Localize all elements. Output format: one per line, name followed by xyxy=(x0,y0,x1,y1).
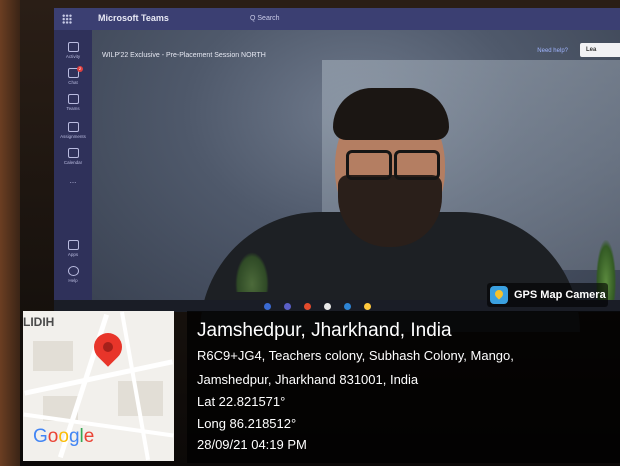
assignments-icon xyxy=(67,122,79,132)
google-logo: Google xyxy=(33,426,95,447)
rail-item-more[interactable]: ... xyxy=(56,176,90,185)
taskbar-chrome-icon[interactable] xyxy=(304,303,311,310)
rail-label: Help xyxy=(68,278,78,283)
rail-item-assignments[interactable]: Assignments xyxy=(56,122,90,139)
teams-icon xyxy=(67,94,79,104)
apps-icon xyxy=(67,240,79,250)
taskbar-edge-icon[interactable] xyxy=(344,303,351,310)
taskbar-app-icon[interactable] xyxy=(264,303,271,310)
need-help-link[interactable]: Need help? xyxy=(537,48,568,54)
gps-camera-icon xyxy=(490,286,508,304)
unread-badge: 2 xyxy=(77,66,83,72)
gps-app-label: GPS Map Camera xyxy=(514,289,606,301)
location-info-panel: Jamshedpur, Jharkhand, India R6C9+JG4, T… xyxy=(187,311,620,463)
taskbar-folder-icon[interactable] xyxy=(364,303,371,310)
person-hair xyxy=(333,88,449,140)
teams-title-bar: Microsoft Teams Q Search xyxy=(54,8,620,30)
gps-app-badge: GPS Map Camera xyxy=(487,283,608,307)
rail-label: Apps xyxy=(67,252,79,257)
teams-app-rail: Activity 2 Chat Teams Assignments Calend… xyxy=(54,30,92,306)
location-map: LIDIH Google xyxy=(23,311,174,461)
rail-label: Activity xyxy=(65,54,81,59)
rail-item-apps[interactable]: Apps xyxy=(56,240,90,257)
map-place-label: LIDIH xyxy=(23,315,55,329)
rail-label: Calendar xyxy=(63,160,83,165)
meeting-title: WILP'22 Exclusive - Pre-Placement Sessio… xyxy=(102,52,266,59)
app-launcher-icon[interactable] xyxy=(62,14,72,24)
desk-edge xyxy=(0,0,20,466)
search-input[interactable]: Q Search xyxy=(244,12,430,25)
rail-item-help[interactable]: Help xyxy=(56,266,90,283)
longitude: Long 86.218512° xyxy=(197,416,297,431)
rail-label: Assignments xyxy=(60,134,86,139)
taskbar-teams-icon[interactable] xyxy=(284,303,291,310)
teams-brand: Microsoft Teams xyxy=(98,13,169,23)
bell-icon xyxy=(67,42,79,52)
timestamp: 28/09/21 04:19 PM xyxy=(197,437,307,452)
right-lens xyxy=(394,150,440,180)
address-line-1: R6C9+JG4, Teachers colony, Subhash Colon… xyxy=(197,348,514,363)
rail-item-teams[interactable]: Teams xyxy=(56,94,90,111)
leave-button[interactable]: Lea xyxy=(580,43,620,57)
location-title: Jamshedpur, Jharkhand, India xyxy=(197,320,452,341)
address-line-2: Jamshedpur, Jharkhand 831001, India xyxy=(197,372,419,387)
glasses xyxy=(342,150,442,180)
left-lens xyxy=(346,150,392,180)
map-block xyxy=(33,341,73,371)
plant-left xyxy=(235,252,269,292)
help-icon xyxy=(67,266,79,276)
rail-item-calendar[interactable]: Calendar xyxy=(56,148,90,165)
latitude: Lat 22.821571° xyxy=(197,394,286,409)
rail-item-chat[interactable]: 2 Chat xyxy=(56,66,90,85)
rail-label: Teams xyxy=(66,106,80,111)
pin-center xyxy=(103,342,113,352)
rail-item-activity[interactable]: Activity xyxy=(56,42,90,59)
location-pin-icon xyxy=(88,327,128,388)
rail-label: Chat xyxy=(68,80,78,85)
taskbar-app-icon[interactable] xyxy=(324,303,331,310)
calendar-icon xyxy=(67,148,79,158)
